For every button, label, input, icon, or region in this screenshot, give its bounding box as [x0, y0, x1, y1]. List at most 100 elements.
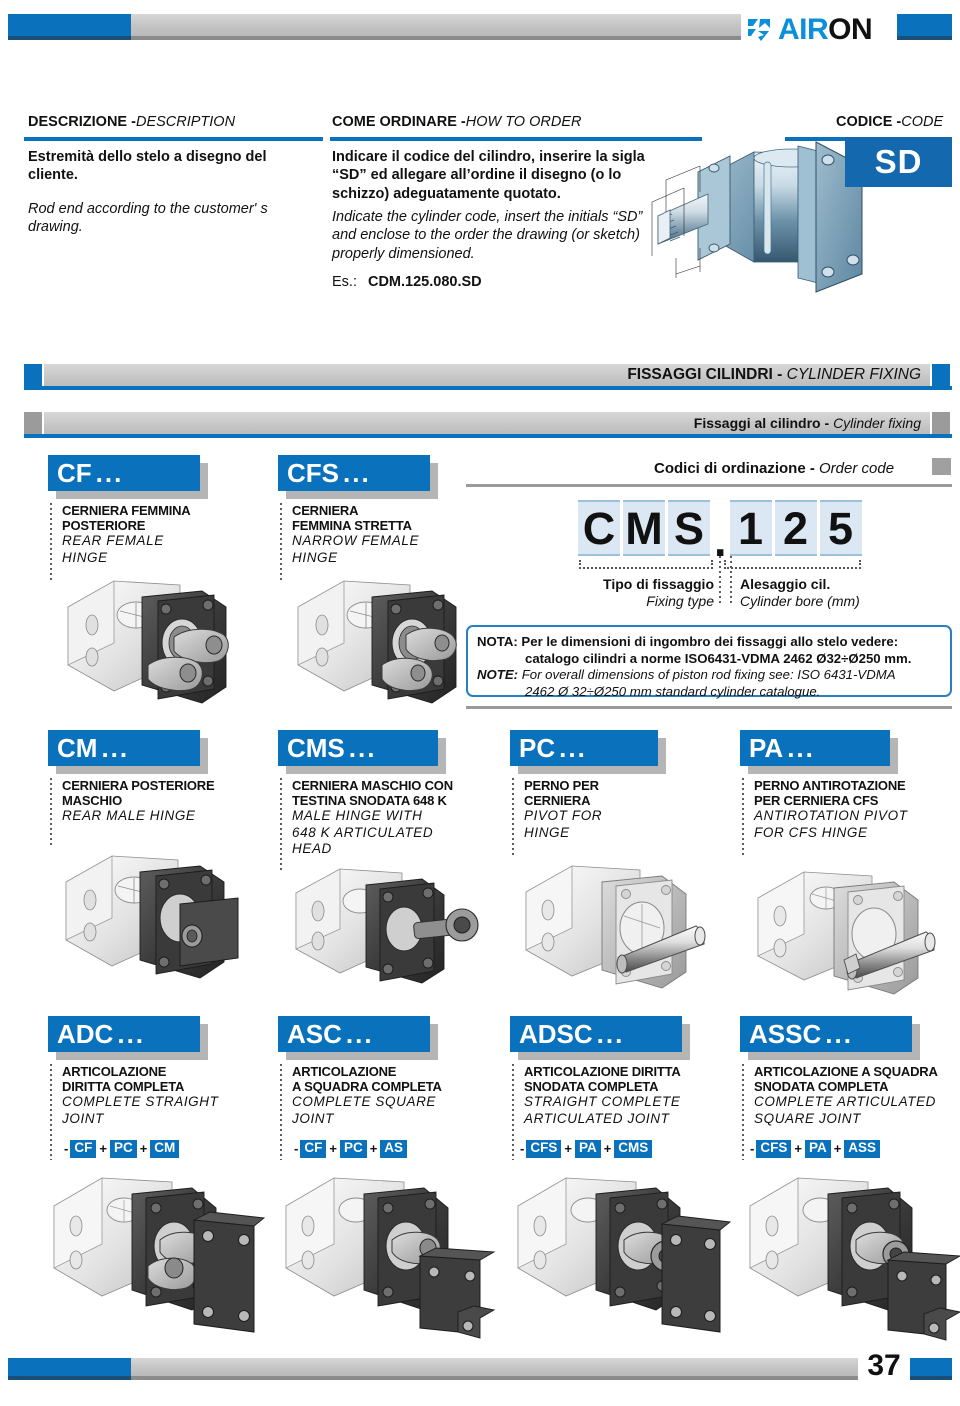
product-code-chip-cm: CM... [48, 730, 200, 766]
subbanner-underline [24, 434, 952, 438]
dot-rail [280, 503, 282, 581]
page-header-bar: AIRON [0, 14, 960, 45]
code-cell-4: 1 [729, 500, 772, 556]
male-hinge-648k-figure [290, 855, 490, 995]
square-articulated-joint-figure [744, 1160, 960, 1355]
product-desc-asc: ARTICOLAZIONE A SQUADRA COMPLETA COMPLET… [292, 1064, 442, 1127]
desc-it-line: CERNIERA [292, 503, 359, 518]
note-label-en: NOTE: [477, 667, 519, 683]
note-line-4: 2462 Ø 32÷Ø250 mm standard cylinder cata… [525, 683, 821, 699]
combo-plus: + [603, 1141, 612, 1157]
combo-tag: CM [150, 1140, 180, 1158]
desc-en-line: REAR FEMALE [62, 533, 164, 549]
dot-rail [512, 778, 514, 856]
desc-it-line: TESTINA SNODATA 648 K [292, 793, 447, 809]
desc-it-line: CERNIERA FEMMINA [62, 503, 191, 518]
caption-cylinder-bore-en: Cylinder bore (mm) [740, 592, 860, 609]
caption-fixing-type-it: Tipo di fissaggio [603, 576, 714, 592]
banner-underline [24, 386, 952, 390]
order-code-divider-left [719, 556, 721, 604]
code-cell-1: M [623, 500, 665, 556]
combo-tag: CFS [526, 1140, 562, 1158]
dot-rail [50, 503, 52, 581]
product-desc-pc: PERNO PER CERNIERA PIVOT FOR HINGE [524, 778, 602, 841]
product-desc-cfs: CERNIERA FEMMINA STRETTA NARROW FEMALE H… [292, 503, 419, 566]
subbanner-square-right [932, 412, 950, 434]
code-cell-5: 2 [774, 500, 817, 556]
description-italian: Estremità dello stelo a disegno del clie… [28, 149, 267, 184]
banner-square-left [24, 364, 42, 386]
combo-formula-adc: - CF + PC + CM [64, 1140, 180, 1158]
product-code-chip-pa: PA... [740, 730, 890, 766]
product-code-chip-cms: CMS... [278, 730, 438, 766]
product-code-chip-cf: CF... [48, 455, 200, 491]
product-code-chip-pc: PC... [510, 730, 658, 766]
order-example-value: CDM.125.080.SD [367, 274, 482, 290]
product-desc-cf: CERNIERA FEMMINA POSTERIORE REAR FEMALE … [62, 503, 191, 566]
brace-cylinder-bore [724, 560, 861, 569]
rule-under-come-ordinare [330, 137, 702, 141]
product-desc-cms: CERNIERA MASCHIO CON TESTINA SNODATA 648… [292, 778, 453, 858]
order-code-divider-right [730, 556, 732, 604]
desc-en-line: 648 K ARTICULATED [292, 824, 434, 840]
combo-tag: CMS [614, 1140, 653, 1158]
product-code-chip-cfs: CFS... [278, 455, 430, 491]
dot-rail [742, 778, 744, 856]
combo-tag: PA [574, 1140, 601, 1158]
product-code-chip-adc: ADC... [48, 1016, 200, 1052]
product-desc-adc: ARTICOLAZIONE DIRITTA COMPLETA COMPLETE … [62, 1064, 218, 1127]
combo-plus: + [369, 1141, 378, 1157]
rule-under-descrizione [24, 137, 323, 141]
order-code-top-rule [466, 484, 952, 487]
desc-en-line: COMPLETE SQUARE [292, 1094, 437, 1110]
desc-en-line: PIVOT FOR [524, 808, 603, 824]
header-bar-blue-right [897, 14, 952, 40]
order-example-label: Es.: [332, 274, 357, 290]
desc-en-line: FOR CFS HINGE [754, 824, 868, 840]
desc-it-line: A SQUADRA COMPLETA [292, 1079, 442, 1095]
product-code-chip-adsc: ADSC... [510, 1016, 682, 1052]
airon-logo: AIRON [745, 10, 895, 50]
rear-female-hinge-figure [62, 565, 252, 715]
footer-bar-blue-left [8, 1358, 131, 1380]
subbanner-text: Fissaggi al cilindro - Cylinder fixing [693, 415, 921, 431]
code-cell-0: C [578, 500, 620, 556]
header-bar-gray [131, 14, 741, 40]
desc-en-line: REAR MALE HINGE [62, 808, 196, 824]
desc-it-line: ARTICOLAZIONE A SQUADRA [754, 1064, 938, 1079]
header-bar-blue-left [8, 14, 131, 40]
combo-tag: PC [109, 1140, 137, 1158]
combo-tag: CF [70, 1140, 97, 1158]
narrow-female-hinge-figure [292, 565, 482, 715]
product-desc-pa: PERNO ANTIROTAZIONE PER CERNIERA CFS ANT… [754, 778, 908, 841]
desc-it-line: PERNO PER [524, 778, 599, 793]
description-english: Rod end according to the customer' s dra… [28, 201, 268, 236]
caption-fixing-type-en: Fixing type [646, 592, 714, 609]
desc-it-line: MASCHIO [62, 793, 122, 809]
product-desc-cm: CERNIERA POSTERIORE MASCHIO REAR MALE HI… [62, 778, 215, 825]
desc-it-line: FEMMINA STRETTA [292, 518, 412, 534]
desc-en-line: HINGE [62, 549, 108, 565]
desc-it-line: SNODATA COMPLETA [524, 1079, 659, 1095]
desc-en-line: HINGE [524, 824, 570, 840]
order-code-bottom-rule [466, 706, 952, 709]
desc-en-line: COMPLETE ARTICULATED [754, 1094, 937, 1110]
combo-tag: PA [804, 1140, 831, 1158]
combo-plus: + [833, 1141, 842, 1157]
complete-straight-joint-figure [48, 1160, 268, 1355]
note-line-2: catalogo cilindri a norme ISO6431-VDMA 2… [525, 650, 912, 666]
catalog-page: AIRON DESCRIZIONE -DESCRIPTION COME ORDI… [0, 0, 960, 1406]
combo-plus: + [139, 1141, 148, 1157]
antirotation-pivot-figure [752, 852, 952, 1002]
combo-formula-asc: - CF + PC + AS [294, 1140, 408, 1158]
desc-it-line: SNODATA COMPLETA [754, 1079, 889, 1095]
desc-it-line: DIRITTA COMPLETA [62, 1079, 185, 1095]
page-footer-bar: 37 [0, 1349, 960, 1388]
combo-plus: + [794, 1141, 802, 1157]
header-come-ordinare: COME ORDINARE -HOW TO ORDER [332, 114, 582, 130]
dot-rail [512, 1064, 514, 1160]
combo-formula-adsc: - CFS + PA + CMS [520, 1140, 653, 1158]
combo-plus: + [99, 1141, 107, 1157]
desc-it-line: CERNIERA POSTERIORE [62, 778, 215, 793]
banner-fissaggi-cilindri: FISSAGGI CILINDRI - CYLINDER FIXING [24, 364, 952, 390]
